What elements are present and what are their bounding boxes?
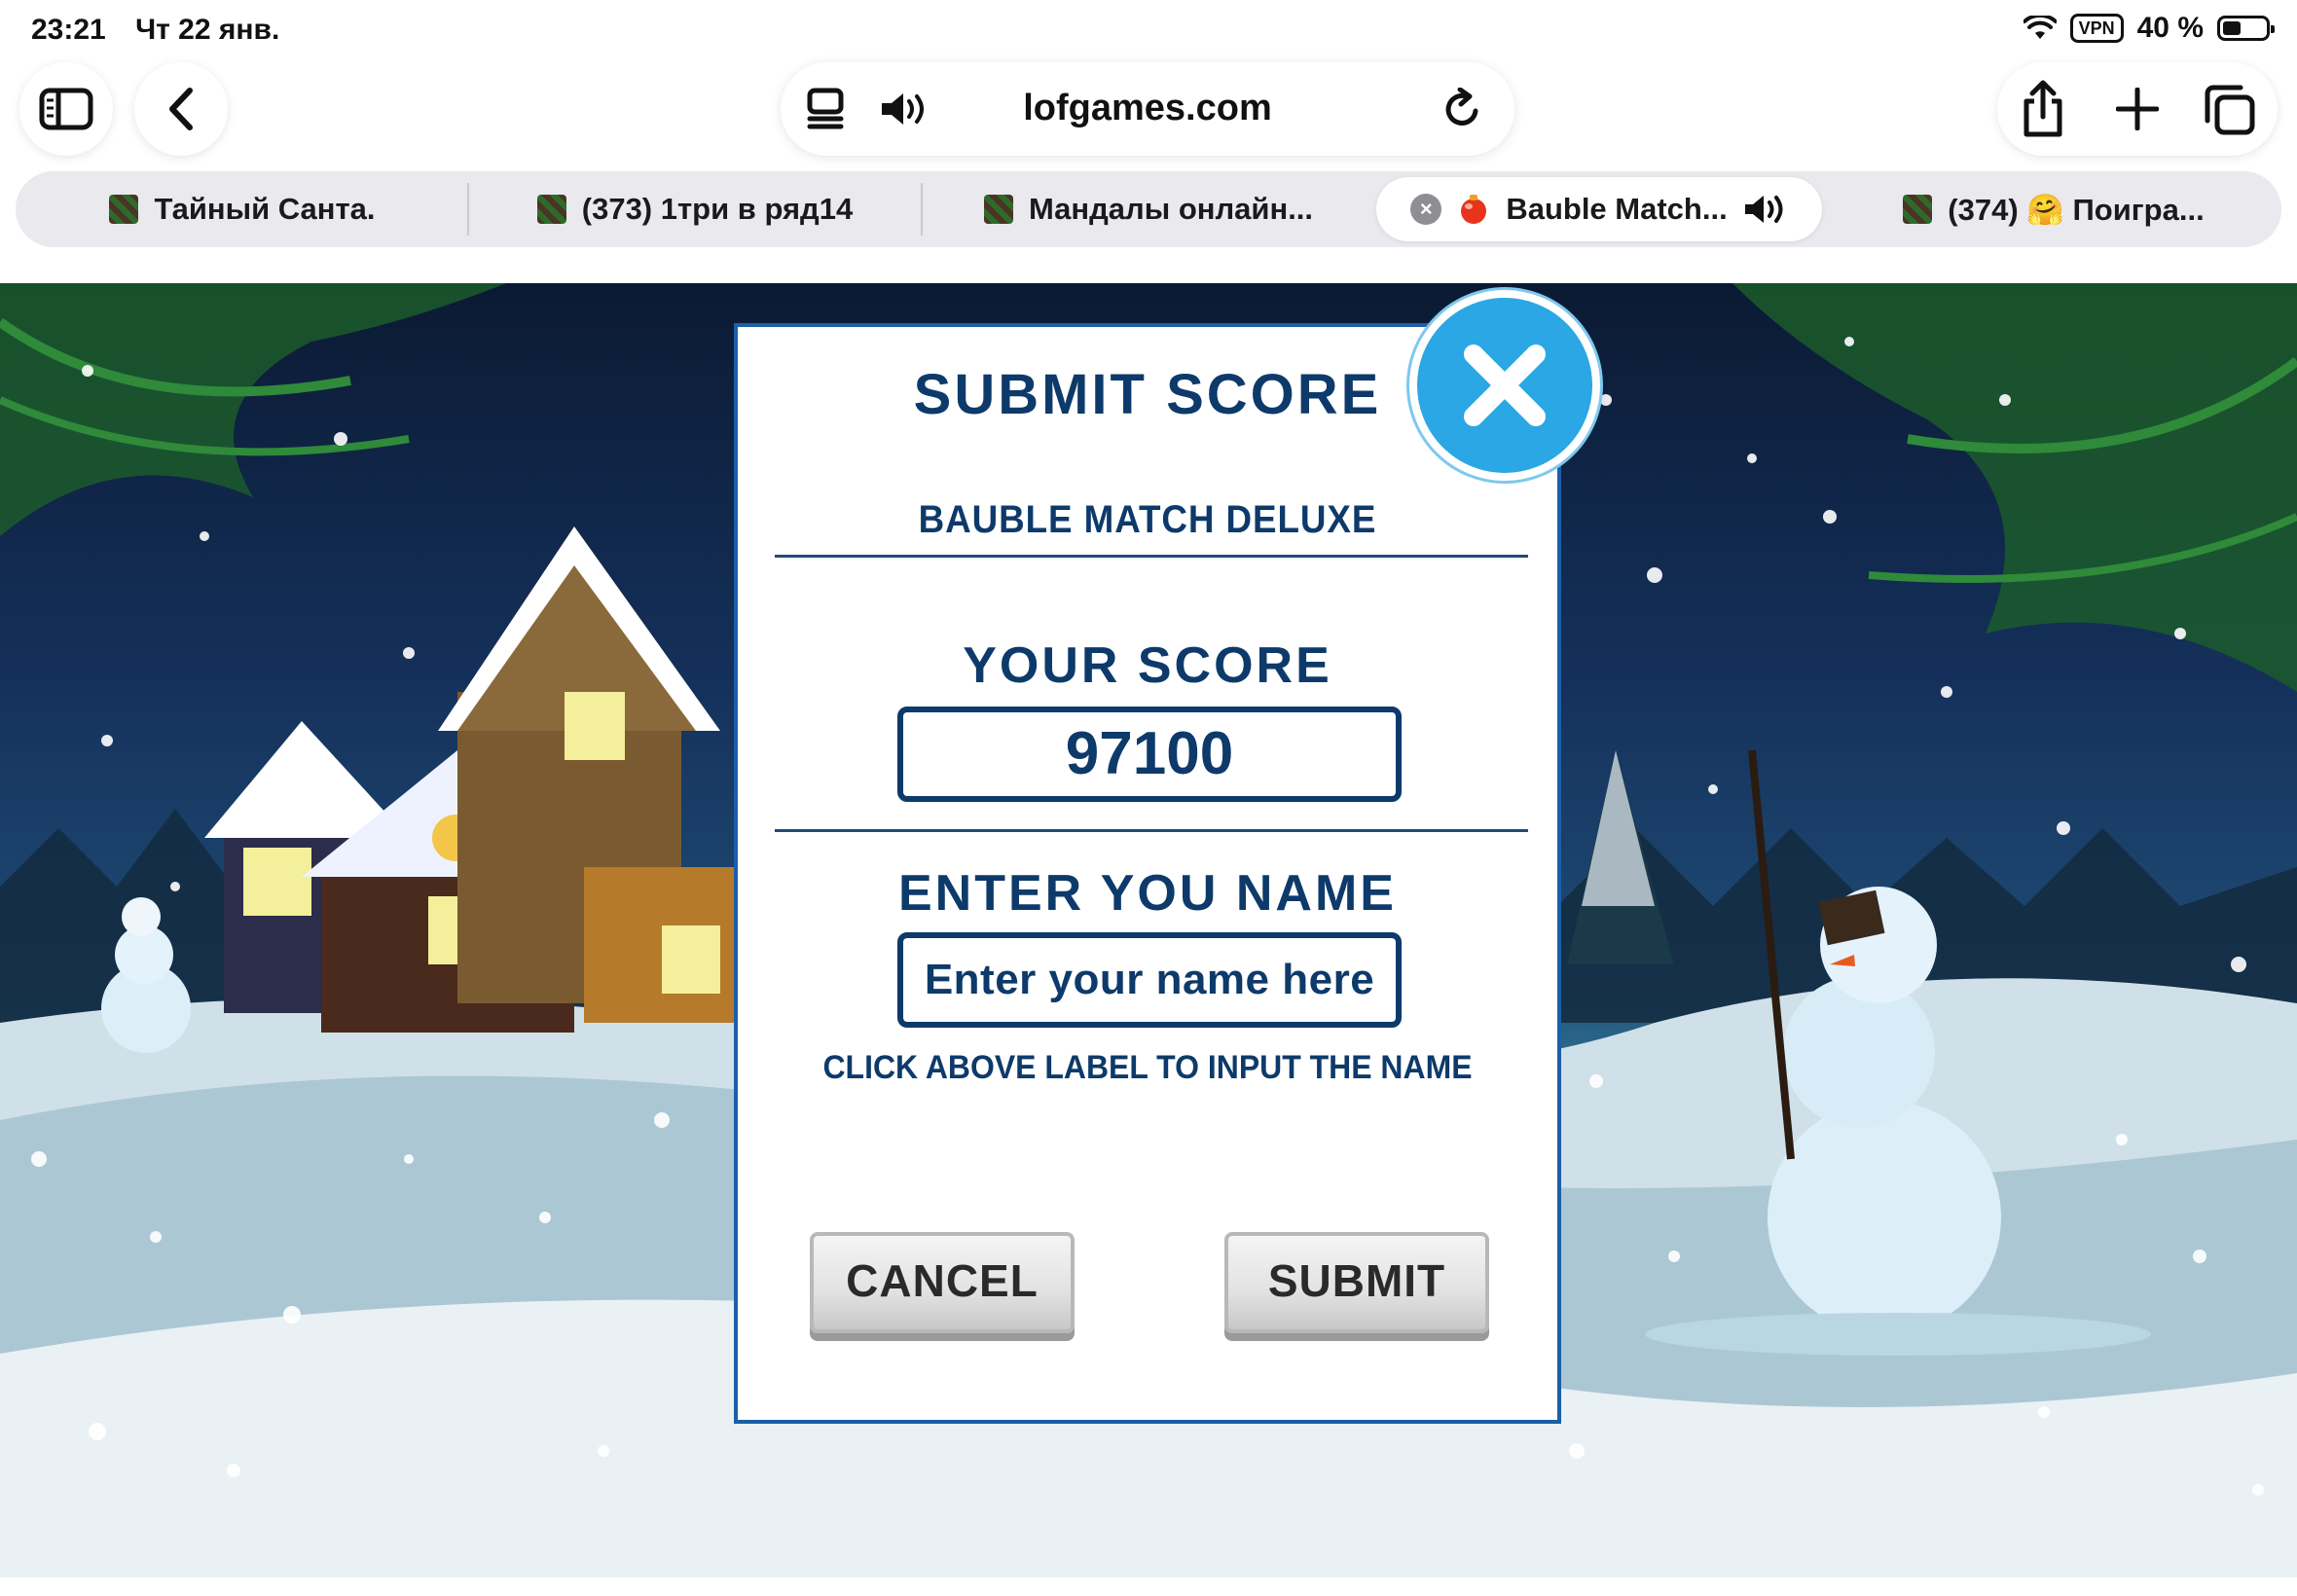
name-label: ENTER YOU NAME [898, 865, 1397, 922]
status-bar: 23:21 Чт 22 янв. VPN 40 % [0, 0, 2297, 58]
tab-label: Bauble Match... [1506, 192, 1728, 226]
plus-icon[interactable] [2116, 88, 2159, 130]
tab-play[interactable]: (374) 🤗 Поигра... [1826, 171, 2281, 247]
tab-audio-icon[interactable] [1743, 194, 1788, 225]
favicon-icon [109, 195, 139, 224]
submit-score-dialog: SUBMIT SCORE BAUBLE MATCH DELUXE YOUR SC… [734, 323, 1561, 1424]
score-value: 97100 [1065, 720, 1234, 787]
close-icon [1464, 345, 1546, 426]
vpn-badge: VPN [2069, 14, 2124, 43]
status-time: 23:21 [31, 14, 106, 46]
score-display: 97100 [897, 707, 1402, 802]
divider [775, 829, 1528, 832]
tab-mandalas[interactable]: Мандалы онлайн... [923, 171, 1374, 247]
game-name: BAUBLE MATCH DELUXE [918, 498, 1377, 541]
sidebar-button[interactable] [19, 62, 113, 156]
status-date: Чт 22 янв. [135, 14, 280, 46]
score-label: YOUR SCORE [963, 637, 1332, 694]
status-indicators: VPN 40 % [2023, 12, 2275, 45]
battery-icon [2217, 16, 2275, 41]
tab-bar: Тайный Санта. (373) 1три в ряд14 Мандалы… [16, 171, 2281, 247]
share-icon[interactable] [2019, 80, 2067, 138]
tab-match3[interactable]: (373) 1три в ряд14 [469, 171, 921, 247]
wifi-icon [2023, 16, 2057, 39]
tab-bauble-match[interactable]: × Bauble Match... [1376, 177, 1822, 241]
tab-label: (374) 🤗 Поигра... [1948, 192, 2205, 227]
favicon-icon [536, 195, 566, 224]
tab-label: Тайный Санта. [154, 192, 376, 226]
close-button[interactable] [1409, 290, 1600, 481]
submit-button[interactable]: SUBMIT [1224, 1232, 1489, 1333]
tab-label: (373) 1три в ряд14 [581, 192, 854, 226]
status-clock: 23:21 Чт 22 янв. [31, 14, 301, 47]
cancel-button[interactable]: CANCEL [810, 1232, 1075, 1333]
favicon-icon [983, 195, 1013, 224]
name-placeholder[interactable]: Enter your name here [925, 956, 1374, 1003]
bauble-favicon-icon [1461, 195, 1487, 224]
input-hint: CLICK ABOVE LABEL TO INPUT THE NAME [822, 1049, 1473, 1086]
sidebar-icon [39, 88, 93, 130]
name-input[interactable]: Enter your name here [897, 932, 1402, 1028]
reload-icon[interactable] [1442, 88, 1483, 130]
battery-percent: 40 % [2136, 12, 2204, 44]
address-bar[interactable]: lofgames.com [781, 62, 1514, 156]
tab-close-icon[interactable]: × [1410, 194, 1442, 225]
tab-secret-santa[interactable]: Тайный Санта. [16, 171, 469, 247]
chevron-left-icon [169, 88, 193, 130]
tab-label: Мандалы онлайн... [1028, 192, 1314, 226]
tabs-overview-icon[interactable] [2204, 84, 2256, 136]
divider [775, 555, 1528, 558]
url-text[interactable]: lofgames.com [781, 88, 1514, 129]
back-button[interactable] [134, 62, 228, 156]
favicon-icon [1903, 195, 1933, 224]
toolbar-actions [1997, 62, 2278, 156]
